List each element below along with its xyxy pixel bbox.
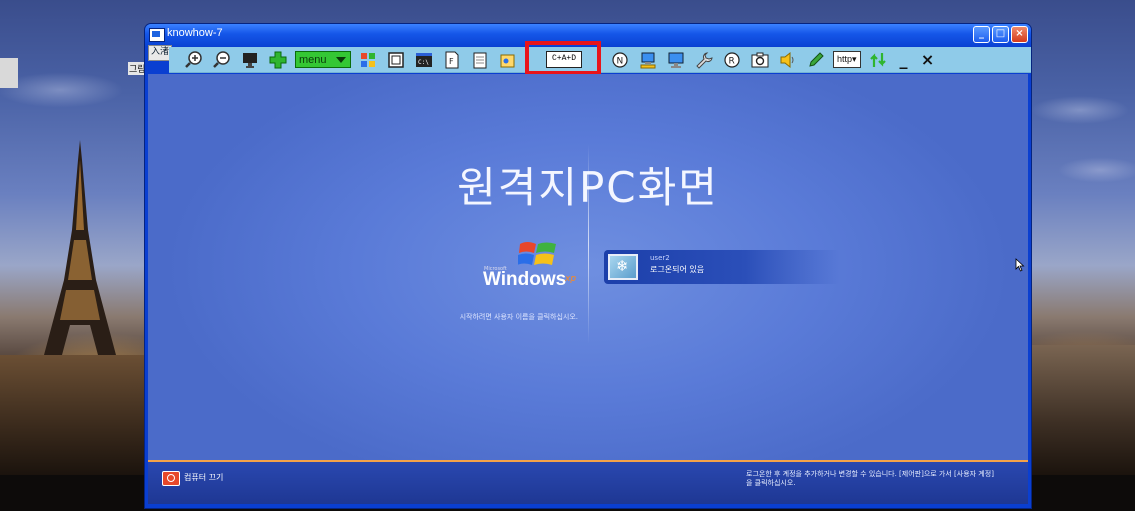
zoom-in-icon[interactable]: [183, 49, 205, 71]
login-hint: 시작하려면 사용자 이름을 클릭하십시오.: [459, 313, 578, 321]
user-name: user2: [650, 254, 670, 262]
login-divider: [588, 144, 589, 344]
n-circle-icon[interactable]: N: [609, 49, 631, 71]
window-controls: _ □ ×: [973, 26, 1028, 43]
zoom-out-icon[interactable]: [211, 49, 233, 71]
mouse-cursor-icon: [1015, 258, 1025, 272]
refresh-arrows-icon[interactable]: [867, 49, 889, 71]
user-avatar: [608, 254, 638, 280]
window-minimize-button[interactable]: _: [973, 26, 990, 43]
pencil-icon[interactable]: [805, 49, 827, 71]
menu-dropdown-button[interactable]: menu: [295, 51, 351, 68]
ctrl-alt-del-group: C+A+D: [525, 40, 603, 75]
command-prompt-icon[interactable]: C:\: [413, 49, 435, 71]
remote-screen[interactable]: 원격지PC화면 Microsoft Windows xp 시작하려면 사용자 이…: [148, 74, 1028, 504]
desktop-computer-icon[interactable]: [665, 49, 687, 71]
city-left: [0, 355, 150, 475]
svg-text:N: N: [617, 56, 624, 66]
user-status: 로그온되어 있음: [650, 265, 705, 274]
paint-icon[interactable]: [497, 49, 519, 71]
host-desktop-label: 그림: [128, 62, 147, 75]
window-title: knowhow-7: [167, 27, 223, 39]
account-note: 로그온한 후 계정을 추가하거나 변경할 수 있습니다. [제어판]으로 가서 …: [746, 470, 994, 487]
camera-icon[interactable]: [749, 49, 771, 71]
window-frame-icon[interactable]: [385, 49, 407, 71]
network-computer-icon[interactable]: [637, 49, 659, 71]
window-maximize-button[interactable]: □: [992, 26, 1009, 43]
windows-brand: Windows: [483, 269, 567, 290]
xp-badge: xp: [565, 274, 577, 284]
windows-flag-icon[interactable]: [357, 49, 379, 71]
login-bottom-bar: 컴퓨터 끄기 로그온한 후 계정을 추가하거나 변경할 수 있습니다. [제어판…: [148, 460, 1028, 504]
app-icon: [149, 28, 165, 42]
svg-text:F: F: [449, 57, 454, 66]
plus-icon[interactable]: [267, 49, 289, 71]
svg-text:C:\: C:\: [418, 59, 429, 66]
toolbar-close-button[interactable]: ×: [919, 50, 937, 69]
wrench-icon[interactable]: [693, 49, 715, 71]
eiffel-tower-icon: [40, 140, 120, 370]
document-f-icon[interactable]: F: [441, 49, 463, 71]
remote-viewer-window: knowhow-7 _ □ × 入渚 menu C:\ F C+A+D N R …: [145, 24, 1031, 508]
window-close-button[interactable]: ×: [1011, 26, 1028, 43]
power-off-label[interactable]: 컴퓨터 끄기: [184, 472, 223, 483]
user-account-tile[interactable]: user2 로그온되어 있음: [604, 250, 840, 284]
highlight-box: [525, 40, 601, 75]
power-icon[interactable]: [162, 471, 180, 486]
toolbar-minimize-button[interactable]: _: [895, 50, 913, 69]
notepad-icon[interactable]: [469, 49, 491, 71]
city-right: [1025, 345, 1135, 475]
monitor-icon[interactable]: [239, 49, 261, 71]
svg-text:R: R: [729, 56, 735, 66]
host-desktop-icon[interactable]: [0, 58, 18, 88]
remote-toolbar: menu C:\ F C+A+D N R http▾ _ ×: [169, 40, 1031, 75]
speaker-icon[interactable]: [777, 49, 799, 71]
r-circle-icon[interactable]: R: [721, 49, 743, 71]
windows-logo-icon: [518, 242, 556, 265]
http-dropdown-button[interactable]: http▾: [833, 51, 861, 68]
